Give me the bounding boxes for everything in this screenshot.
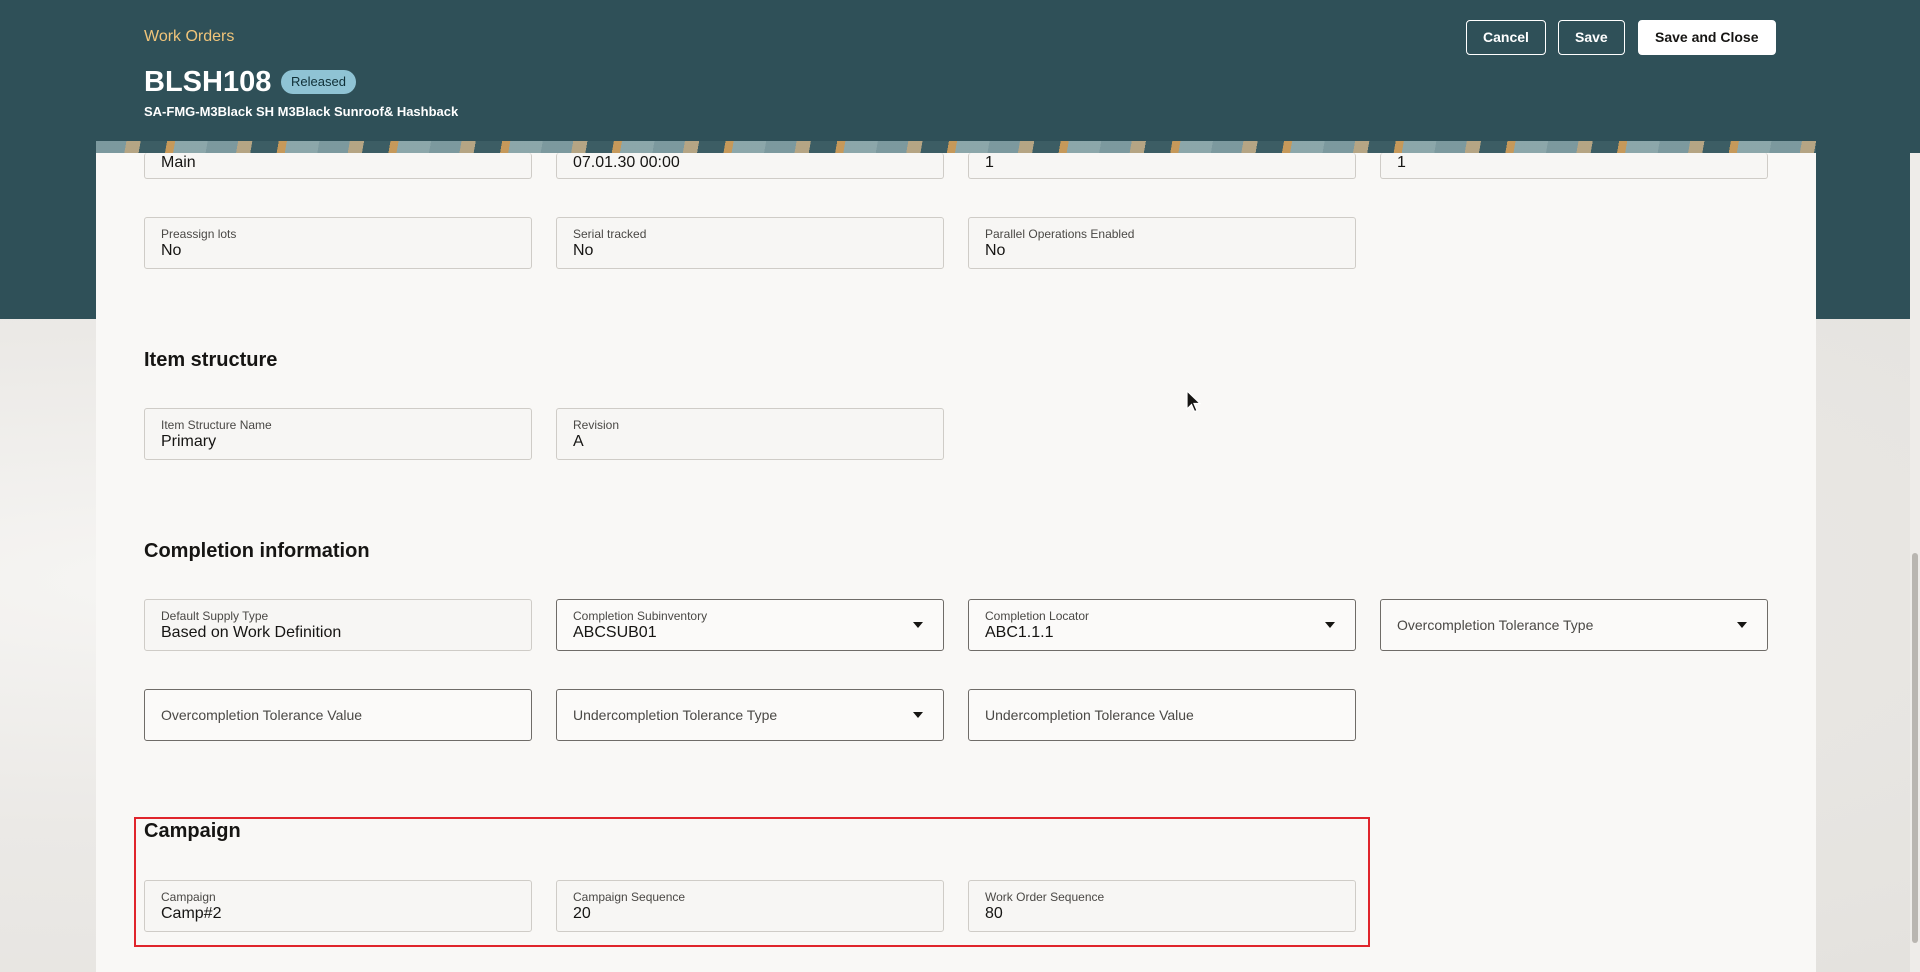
field-placeholder: Undercompletion Tolerance Value xyxy=(985,707,1194,723)
select-completion-subinventory[interactable]: Completion Subinventory ABCSUB01 xyxy=(556,599,944,651)
field-default-supply-type[interactable]: Default Supply Type Based on Work Defini… xyxy=(144,599,532,651)
field-value: Main xyxy=(161,154,196,171)
scrollbar-track[interactable] xyxy=(1910,153,1920,972)
section-title-item-structure: Item structure xyxy=(144,349,278,371)
mouse-cursor-icon xyxy=(1186,390,1202,413)
breadcrumb-work-orders[interactable]: Work Orders xyxy=(144,28,234,46)
field-placeholder: Overcompletion Tolerance Value xyxy=(161,707,363,723)
field-value: Based on Work Definition xyxy=(161,624,342,641)
field-placeholder: Undercompletion Tolerance Type xyxy=(573,707,778,723)
scrollbar-thumb[interactable] xyxy=(1912,553,1918,943)
status-badge: Released xyxy=(281,70,356,94)
field-quantity[interactable]: 1 xyxy=(968,153,1356,179)
field-value: ABC1.1.1 xyxy=(985,624,1054,641)
chevron-down-icon[interactable] xyxy=(1325,622,1335,628)
decorative-banner xyxy=(96,141,1816,153)
field-item-structure-name[interactable]: Item Structure Name Primary xyxy=(144,408,532,460)
field-work-method[interactable]: Main xyxy=(144,153,532,179)
chevron-down-icon[interactable] xyxy=(913,712,923,718)
field-value: No xyxy=(985,242,1006,259)
cancel-button[interactable]: Cancel xyxy=(1466,20,1546,55)
field-parallel-operations[interactable]: Parallel Operations Enabled No xyxy=(968,217,1356,269)
field-label: Completion Locator xyxy=(985,609,1090,623)
field-value: A xyxy=(573,433,584,450)
field-value: No xyxy=(573,242,594,259)
field-label: Preassign lots xyxy=(161,227,237,241)
field-value: ABCSUB01 xyxy=(573,624,657,641)
field-label: Revision xyxy=(573,418,620,432)
page-header: Work Orders BLSH108 Released SA-FMG-M3Bl… xyxy=(96,0,1816,141)
input-overcompletion-tolerance-value[interactable]: Overcompletion Tolerance Value xyxy=(144,689,532,741)
field-label: Completion Subinventory xyxy=(573,609,708,623)
section-title-completion-information: Completion information xyxy=(144,540,370,562)
save-and-close-button[interactable]: Save and Close xyxy=(1638,20,1776,55)
select-overcompletion-tolerance-type[interactable]: Overcompletion Tolerance Type xyxy=(1380,599,1768,651)
field-label: Serial tracked xyxy=(573,227,647,241)
campaign-highlight-box xyxy=(134,817,1370,947)
chevron-down-icon[interactable] xyxy=(1737,622,1747,628)
page-subtitle: SA-FMG-M3Black SH M3Black Sunroof& Hashb… xyxy=(144,104,459,119)
field-value: 07.01.30 00:00 xyxy=(573,154,680,171)
field-placeholder: Overcompletion Tolerance Type xyxy=(1397,617,1594,633)
field-label: Parallel Operations Enabled xyxy=(985,227,1135,241)
field-start-date[interactable]: 07.01.30 00:00 xyxy=(556,153,944,179)
field-label: Item Structure Name xyxy=(161,418,272,432)
page-title: BLSH108 xyxy=(144,66,272,98)
field-value: Primary xyxy=(161,433,217,450)
field-priority[interactable]: 1 xyxy=(1380,153,1768,179)
chevron-down-icon[interactable] xyxy=(913,622,923,628)
select-undercompletion-tolerance-type[interactable]: Undercompletion Tolerance Type xyxy=(556,689,944,741)
select-completion-locator[interactable]: Completion Locator ABC1.1.1 xyxy=(968,599,1356,651)
field-value: No xyxy=(161,242,182,259)
save-button[interactable]: Save xyxy=(1558,20,1625,55)
field-label: Default Supply Type xyxy=(161,609,269,623)
field-value: 1 xyxy=(985,154,994,171)
field-serial-tracked[interactable]: Serial tracked No xyxy=(556,217,944,269)
field-value: 1 xyxy=(1397,154,1406,171)
field-revision[interactable]: Revision A xyxy=(556,408,944,460)
input-undercompletion-tolerance-value[interactable]: Undercompletion Tolerance Value xyxy=(968,689,1356,741)
field-preassign-lots[interactable]: Preassign lots No xyxy=(144,217,532,269)
